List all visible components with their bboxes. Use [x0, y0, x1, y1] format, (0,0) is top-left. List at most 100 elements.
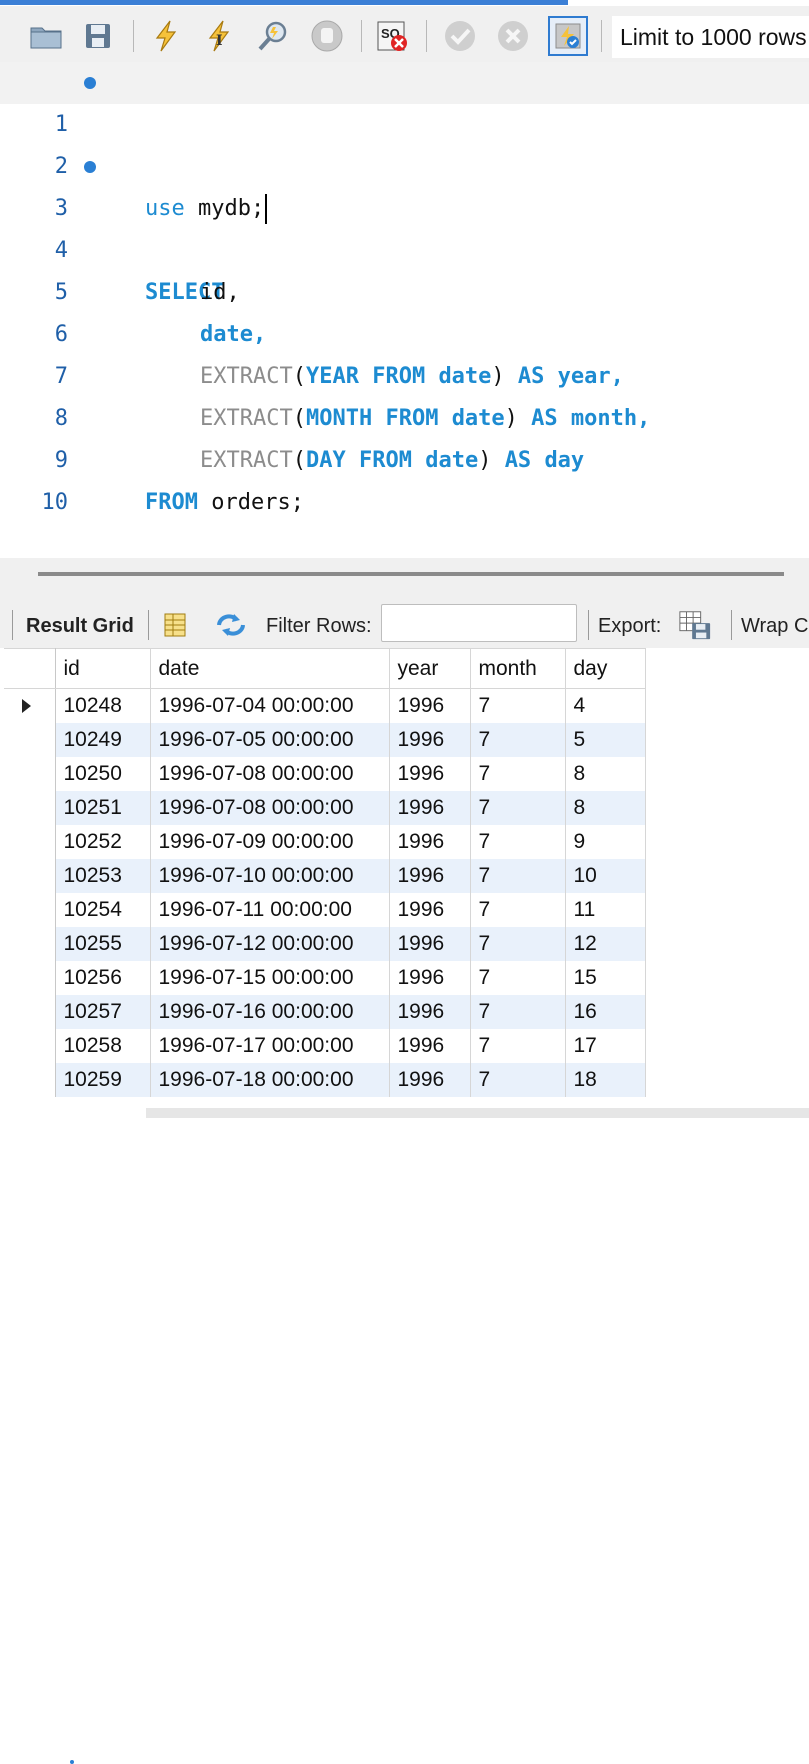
table-cell-day[interactable]: 18: [565, 1062, 646, 1097]
table-cell-year[interactable]: 1996: [389, 926, 471, 961]
form-view-icon[interactable]: [158, 608, 192, 642]
row-header[interactable]: [4, 994, 56, 1029]
table-cell-year[interactable]: 1996: [389, 858, 471, 893]
table-cell-id[interactable]: 10254: [55, 892, 151, 927]
toggle-error-icon[interactable]: SQ: [372, 16, 412, 56]
row-header[interactable]: [4, 722, 56, 757]
table-cell-month[interactable]: 7: [470, 1062, 566, 1097]
table-cell-month[interactable]: 7: [470, 688, 566, 723]
table-cell-date[interactable]: 1996-07-16 00:00:00: [150, 994, 390, 1029]
table-cell-year[interactable]: 1996: [389, 722, 471, 757]
sql-editor[interactable]: 1 use mydb; 2 3 SELECT 4 id, 5 date, 6 E…: [0, 62, 809, 558]
stop-icon[interactable]: [307, 16, 347, 56]
table-cell-date[interactable]: 1996-07-10 00:00:00: [150, 858, 390, 893]
column-header-month[interactable]: month: [470, 648, 566, 689]
table-cell-id[interactable]: 10259: [55, 1062, 151, 1097]
table-cell-month[interactable]: 7: [470, 824, 566, 859]
table-cell-date[interactable]: 1996-07-09 00:00:00: [150, 824, 390, 859]
table-cell-year[interactable]: 1996: [389, 960, 471, 995]
table-cell-day[interactable]: 9: [565, 824, 646, 859]
table-cell-year[interactable]: 1996: [389, 994, 471, 1029]
autocommit-icon[interactable]: [548, 16, 588, 56]
table-cell-day[interactable]: 4: [565, 688, 646, 723]
table-cell-day[interactable]: 8: [565, 756, 646, 791]
table-cell-id[interactable]: 10250: [55, 756, 151, 791]
result-grid-tab[interactable]: Result Grid: [26, 600, 134, 648]
commit-icon[interactable]: [440, 16, 480, 56]
table-cell-id[interactable]: 10252: [55, 824, 151, 859]
table-cell-id[interactable]: 10257: [55, 994, 151, 1029]
splitter-handle[interactable]: [38, 572, 784, 576]
table-cell-date[interactable]: 1996-07-04 00:00:00: [150, 688, 390, 723]
table-cell-month[interactable]: 7: [470, 858, 566, 893]
table-cell-date[interactable]: 1996-07-17 00:00:00: [150, 1028, 390, 1063]
table-row[interactable]: 10248 1996-07-04 00:00:00 1996 7 4: [4, 688, 646, 723]
execute-current-icon[interactable]: I: [199, 16, 239, 56]
row-header[interactable]: [4, 824, 56, 859]
table-cell-year[interactable]: 1996: [389, 790, 471, 825]
save-icon[interactable]: [78, 16, 118, 56]
table-cell-month[interactable]: 7: [470, 892, 566, 927]
table-cell-year[interactable]: 1996: [389, 1028, 471, 1063]
open-folder-icon[interactable]: [26, 16, 66, 56]
horizontal-scrollbar[interactable]: [146, 1108, 809, 1118]
table-row[interactable]: 10253 1996-07-10 00:00:00 1996 7 10: [4, 858, 646, 893]
table-row[interactable]: 10250 1996-07-08 00:00:00 1996 7 8: [4, 756, 646, 791]
rollback-icon[interactable]: [493, 16, 533, 56]
table-row[interactable]: 10251 1996-07-08 00:00:00 1996 7 8: [4, 790, 646, 825]
table-row[interactable]: 10255 1996-07-12 00:00:00 1996 7 12: [4, 926, 646, 961]
table-cell-id[interactable]: 10248: [55, 688, 151, 723]
table-cell-id[interactable]: 10251: [55, 790, 151, 825]
execute-icon[interactable]: [146, 16, 186, 56]
panel-splitter[interactable]: [0, 558, 809, 600]
row-header[interactable]: [4, 960, 56, 995]
table-cell-day[interactable]: 10: [565, 858, 646, 893]
table-cell-month[interactable]: 7: [470, 960, 566, 995]
table-cell-day[interactable]: 17: [565, 1028, 646, 1063]
table-cell-date[interactable]: 1996-07-12 00:00:00: [150, 926, 390, 961]
table-row[interactable]: 10258 1996-07-17 00:00:00 1996 7 17: [4, 1028, 646, 1063]
row-header[interactable]: [4, 756, 56, 791]
table-cell-month[interactable]: 7: [470, 1028, 566, 1063]
table-cell-month[interactable]: 7: [470, 994, 566, 1029]
table-cell-month[interactable]: 7: [470, 790, 566, 825]
row-header[interactable]: [4, 1062, 56, 1097]
row-header[interactable]: [4, 1028, 56, 1063]
table-cell-month[interactable]: 7: [470, 926, 566, 961]
table-cell-year[interactable]: 1996: [389, 688, 471, 723]
table-cell-id[interactable]: 10256: [55, 960, 151, 995]
table-cell-id[interactable]: 10255: [55, 926, 151, 961]
table-cell-date[interactable]: 1996-07-18 00:00:00: [150, 1062, 390, 1097]
table-cell-day[interactable]: 12: [565, 926, 646, 961]
table-cell-year[interactable]: 1996: [389, 756, 471, 791]
column-header-id[interactable]: id: [55, 648, 151, 689]
table-cell-id[interactable]: 10258: [55, 1028, 151, 1063]
wrap-cell-content-label[interactable]: Wrap C: [741, 600, 808, 648]
table-cell-day[interactable]: 15: [565, 960, 646, 995]
row-header[interactable]: [4, 790, 56, 825]
table-row[interactable]: 10257 1996-07-16 00:00:00 1996 7 16: [4, 994, 646, 1029]
table-cell-id[interactable]: 10249: [55, 722, 151, 757]
row-header[interactable]: [4, 892, 56, 927]
filter-rows-input[interactable]: [381, 604, 577, 642]
table-cell-day[interactable]: 11: [565, 892, 646, 927]
table-cell-month[interactable]: 7: [470, 756, 566, 791]
table-cell-id[interactable]: 10253: [55, 858, 151, 893]
table-cell-day[interactable]: 5: [565, 722, 646, 757]
column-header-date[interactable]: date: [150, 648, 390, 689]
table-row[interactable]: 10256 1996-07-15 00:00:00 1996 7 15: [4, 960, 646, 995]
table-row[interactable]: 10254 1996-07-11 00:00:00 1996 7 11: [4, 892, 646, 927]
row-header[interactable]: [4, 926, 56, 961]
table-row[interactable]: 10252 1996-07-09 00:00:00 1996 7 9: [4, 824, 646, 859]
row-header[interactable]: [4, 688, 56, 723]
table-cell-day[interactable]: 16: [565, 994, 646, 1029]
refresh-icon[interactable]: [214, 608, 248, 642]
table-cell-year[interactable]: 1996: [389, 1062, 471, 1097]
column-header-day[interactable]: day: [565, 648, 646, 689]
table-cell-date[interactable]: 1996-07-08 00:00:00: [150, 756, 390, 791]
row-header[interactable]: [4, 858, 56, 893]
table-cell-date[interactable]: 1996-07-11 00:00:00: [150, 892, 390, 927]
table-cell-date[interactable]: 1996-07-15 00:00:00: [150, 960, 390, 995]
table-cell-month[interactable]: 7: [470, 722, 566, 757]
table-cell-date[interactable]: 1996-07-08 00:00:00: [150, 790, 390, 825]
